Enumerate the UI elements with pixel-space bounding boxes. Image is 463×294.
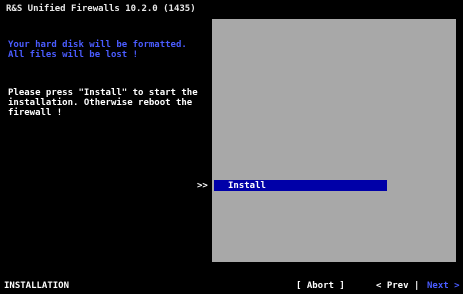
options-panel [212, 19, 456, 262]
menu-item-install[interactable]: Install [214, 180, 387, 191]
install-instructions-text: Please press "Install" to start the inst… [8, 88, 198, 118]
menu-item-label: Install [228, 181, 266, 191]
status-label: INSTALLATION [4, 281, 70, 291]
selection-arrow-icon: >> [197, 181, 208, 191]
abort-button[interactable]: [ Abort ] [296, 281, 345, 291]
prev-button[interactable]: < Prev [376, 281, 409, 291]
window-title: R&S Unified Firewalls 10.2.0 (1435) [6, 4, 196, 14]
next-button[interactable]: Next > [427, 281, 460, 291]
format-warning-text: Your hard disk will be formatted. All fi… [8, 40, 187, 60]
nav-separator: | [414, 281, 420, 291]
